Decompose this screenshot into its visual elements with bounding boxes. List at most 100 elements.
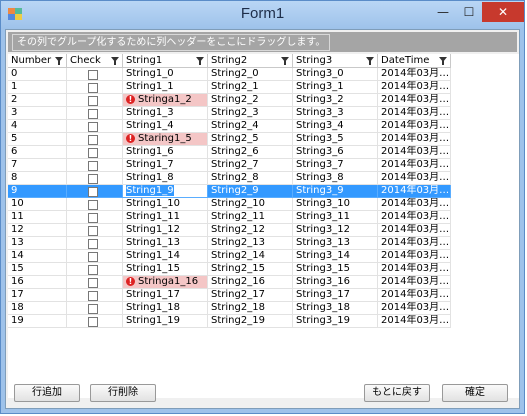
cell-number[interactable]: 8 xyxy=(8,172,67,185)
cell-string3[interactable]: String3_3 xyxy=(293,107,378,120)
cell-string2[interactable]: String2_17 xyxy=(208,289,293,302)
cell-datetime[interactable]: 2014年03月… xyxy=(378,68,451,81)
cell-string2[interactable]: String2_4 xyxy=(208,120,293,133)
cell-string1[interactable]: String1_15 xyxy=(123,263,208,276)
table-row[interactable]: 4 String1_4 String2_4 String3_4 2014年03月… xyxy=(8,120,451,133)
cell-check[interactable] xyxy=(67,211,123,224)
cell-string3[interactable]: String3_17 xyxy=(293,289,378,302)
table-row[interactable]: 15 String1_15 String2_15 String3_15 2014年03月… xyxy=(8,263,451,276)
cell-string1[interactable]: String1_7 xyxy=(123,159,208,172)
cell-string1[interactable]: String1_11 xyxy=(123,211,208,224)
cell-string2[interactable]: String2_7 xyxy=(208,159,293,172)
cell-check[interactable] xyxy=(67,263,123,276)
cell-string2[interactable]: String2_14 xyxy=(208,250,293,263)
cell-check[interactable] xyxy=(67,159,123,172)
row-checkbox[interactable] xyxy=(88,252,98,262)
cell-string1[interactable]: String1_0 xyxy=(123,68,208,81)
close-button[interactable]: ✕ xyxy=(482,2,524,22)
cell-string3[interactable]: String3_13 xyxy=(293,237,378,250)
cell-string3[interactable]: String3_18 xyxy=(293,302,378,315)
cell-number[interactable]: 9 xyxy=(8,185,67,198)
table-row[interactable]: 8 String1_8 String2_8 String3_8 2014年03月… xyxy=(8,172,451,185)
cell-datetime[interactable]: 2014年03月… xyxy=(378,146,451,159)
cell-string2[interactable]: String2_19 xyxy=(208,315,293,328)
cell-string3[interactable]: String3_10 xyxy=(293,198,378,211)
cell-string2[interactable]: String2_12 xyxy=(208,224,293,237)
row-checkbox[interactable] xyxy=(88,148,98,158)
table-row[interactable]: 16! Stringa1_16 String2_16 String3_16 2014年0… xyxy=(8,276,451,289)
column-header-number[interactable]: Number xyxy=(8,54,67,68)
cell-string1[interactable]: String1_19 xyxy=(123,315,208,328)
filter-icon[interactable] xyxy=(281,57,289,65)
table-row[interactable]: 12 String1_12 String2_12 String3_12 2014年03月… xyxy=(8,224,451,237)
cell-string1[interactable]: String1_10 xyxy=(123,198,208,211)
title-bar[interactable]: Form1 — ☐ ✕ xyxy=(1,1,524,29)
filter-icon[interactable] xyxy=(111,57,119,65)
row-checkbox[interactable] xyxy=(88,83,98,93)
cell-datetime[interactable]: 2014年03月… xyxy=(378,224,451,237)
cell-check[interactable] xyxy=(67,250,123,263)
cell-editor-text[interactable]: String1_9 xyxy=(126,185,174,196)
cell-string2[interactable]: String2_2 xyxy=(208,94,293,107)
cell-check[interactable] xyxy=(67,315,123,328)
row-checkbox[interactable] xyxy=(88,213,98,223)
cell-string2[interactable]: String2_1 xyxy=(208,81,293,94)
cell-string1[interactable]: String1_9 xyxy=(123,185,208,198)
filter-icon[interactable] xyxy=(55,57,63,65)
row-checkbox[interactable] xyxy=(88,317,98,327)
revert-button[interactable]: もとに戻す xyxy=(364,384,430,402)
cell-datetime[interactable]: 2014年03月… xyxy=(378,120,451,133)
cell-string3[interactable]: String3_2 xyxy=(293,94,378,107)
cell-datetime[interactable]: 2014年03月… xyxy=(378,276,451,289)
cell-datetime[interactable]: 2014年03月… xyxy=(378,198,451,211)
table-row[interactable]: 10 String1_10 String2_10 String3_10 2014年03月… xyxy=(8,198,451,211)
cell-number[interactable]: 11 xyxy=(8,211,67,224)
table-row[interactable]: 2! Stringa1_2 String2_2 String3_2 2014年03月… xyxy=(8,94,451,107)
cell-check[interactable] xyxy=(67,133,123,146)
cell-string1[interactable]: String1_3 xyxy=(123,107,208,120)
cell-string2[interactable]: String2_11 xyxy=(208,211,293,224)
delete-row-button[interactable]: 行削除 xyxy=(90,384,156,402)
row-checkbox[interactable] xyxy=(88,135,98,145)
cell-string3[interactable]: String3_8 xyxy=(293,172,378,185)
cell-string1[interactable]: String1_13 xyxy=(123,237,208,250)
cell-string1[interactable]: String1_8 xyxy=(123,172,208,185)
row-checkbox[interactable] xyxy=(88,278,98,288)
cell-string1[interactable]: String1_4 xyxy=(123,120,208,133)
table-row[interactable]: 0 String1_0 String2_0 String3_0 2014年03月… xyxy=(8,68,451,81)
minimize-button[interactable]: — xyxy=(430,2,456,22)
cell-string3[interactable]: String3_14 xyxy=(293,250,378,263)
cell-check[interactable] xyxy=(67,146,123,159)
column-header-string1[interactable]: String1 xyxy=(123,54,208,68)
table-row[interactable]: 1 String1_1 String2_1 String3_1 2014年03月… xyxy=(8,81,451,94)
row-checkbox[interactable] xyxy=(88,265,98,275)
filter-icon[interactable] xyxy=(366,57,374,65)
row-checkbox[interactable] xyxy=(88,226,98,236)
row-checkbox[interactable] xyxy=(88,174,98,184)
group-by-panel[interactable]: その列でグループ化するために列ヘッダーをここにドラッグします。 xyxy=(8,32,517,52)
cell-datetime[interactable]: 2014年03月… xyxy=(378,211,451,224)
cell-datetime[interactable]: 2014年03月… xyxy=(378,172,451,185)
table-row[interactable]: 19 String1_19 String2_19 String3_19 2014年03月… xyxy=(8,315,451,328)
cell-string3[interactable]: String3_6 xyxy=(293,146,378,159)
cell-number[interactable]: 14 xyxy=(8,250,67,263)
row-checkbox[interactable] xyxy=(88,304,98,314)
cell-check[interactable] xyxy=(67,276,123,289)
cell-string2[interactable]: String2_5 xyxy=(208,133,293,146)
cell-number[interactable]: 12 xyxy=(8,224,67,237)
row-checkbox[interactable] xyxy=(88,161,98,171)
cell-number[interactable]: 16 xyxy=(8,276,67,289)
cell-check[interactable] xyxy=(67,289,123,302)
column-header-string3[interactable]: String3 xyxy=(293,54,378,68)
cell-number[interactable]: 1 xyxy=(8,81,67,94)
cell-datetime[interactable]: 2014年03月… xyxy=(378,250,451,263)
column-header-string2[interactable]: String2 xyxy=(208,54,293,68)
cell-string3[interactable]: String3_0 xyxy=(293,68,378,81)
cell-string2[interactable]: String2_8 xyxy=(208,172,293,185)
cell-number[interactable]: 5 xyxy=(8,133,67,146)
cell-check[interactable] xyxy=(67,120,123,133)
cell-datetime[interactable]: 2014年03月… xyxy=(378,263,451,276)
cell-string1[interactable]: String1_6 xyxy=(123,146,208,159)
column-header-check[interactable]: Check xyxy=(67,54,123,68)
cell-number[interactable]: 19 xyxy=(8,315,67,328)
